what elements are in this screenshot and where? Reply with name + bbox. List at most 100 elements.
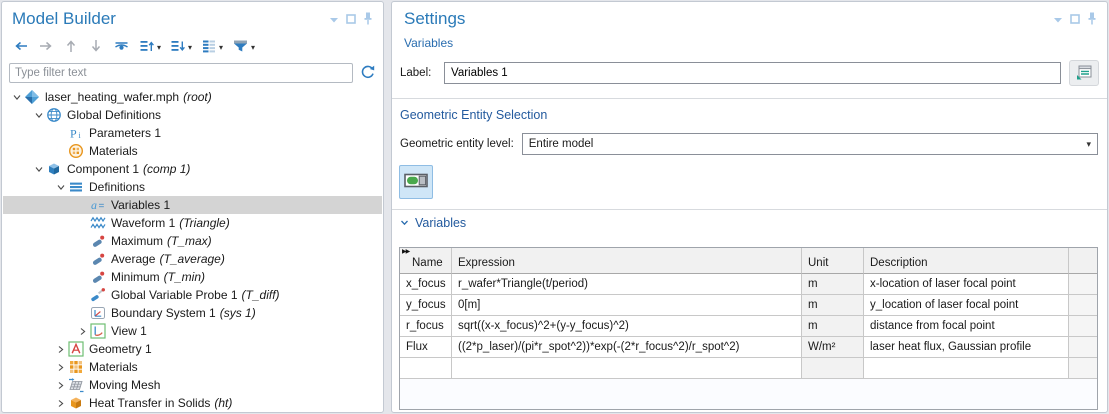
float-window-button[interactable] (1070, 13, 1080, 27)
cell-expression[interactable] (452, 358, 802, 379)
tree-item-waveform-1[interactable]: Waveform 1(Triangle) (3, 214, 382, 232)
cell-name[interactable]: Flux (400, 337, 452, 358)
tree-item-boundary-system-1[interactable]: Boundary System 1(sys 1) (3, 304, 382, 322)
move-up-arrow-button[interactable] (60, 37, 82, 57)
chevron-collapsed-icon[interactable] (76, 327, 90, 336)
cell-description[interactable]: distance from focal point (864, 316, 1069, 337)
tree-item-label: Component 1 (67, 162, 139, 176)
chevron-collapsed-icon[interactable] (54, 399, 68, 408)
tree-item-minimum[interactable]: Minimum(T_min) (3, 268, 382, 286)
dropdown-caret-icon[interactable]: ▾ (251, 43, 255, 52)
tree-filter-input[interactable] (9, 63, 353, 83)
chevron-expanded-icon[interactable] (32, 165, 46, 174)
chevron-expanded-icon[interactable] (32, 111, 46, 120)
cell-description[interactable] (864, 358, 1069, 379)
collapse-all-button[interactable]: ▾ (167, 37, 195, 57)
cell-name[interactable]: r_focus (400, 316, 452, 337)
tree-item-tag: (T_diff) (242, 288, 280, 302)
parameters-icon: Pi (68, 125, 84, 141)
tree-item-moving-mesh[interactable]: Moving Mesh (3, 376, 382, 394)
cell-expression[interactable]: sqrt((x-x_focus)^2+(y-y_focus)^2) (452, 316, 802, 337)
active-toggle-icon (404, 173, 428, 191)
nonlocal-coupling-icon (90, 269, 106, 285)
component-icon (46, 161, 62, 177)
tree-item-tag: (T_max) (167, 234, 212, 248)
tree-item-view-1[interactable]: View 1 (3, 322, 382, 340)
row-selector-icon[interactable]: ▶▶ (402, 248, 409, 255)
move-down-arrow-button[interactable] (85, 37, 107, 57)
tree-item-average[interactable]: Average(T_average) (3, 250, 382, 268)
geometric-entity-level-select[interactable]: Entire model ▾ (522, 133, 1098, 155)
cell-unit[interactable] (802, 358, 864, 379)
tree-item-label: Geometry 1 (89, 342, 152, 356)
tree-item-variables-1[interactable]: a=Variables 1 (3, 196, 382, 214)
move-down-arrow-icon (88, 38, 104, 57)
label-input[interactable] (444, 62, 1061, 84)
chevron-collapsed-icon[interactable] (54, 363, 68, 372)
tree-item-laser-heating-wafer-mph[interactable]: laser_heating_wafer.mph(root) (3, 88, 382, 106)
geometric-entity-level-value: Entire model (529, 138, 1087, 150)
chevron-down-icon (400, 216, 409, 230)
chevron-collapsed-icon[interactable] (54, 345, 68, 354)
back-arrow-icon (13, 38, 29, 57)
cell-unit[interactable]: m (802, 295, 864, 316)
cell-name[interactable]: y_focus (400, 295, 452, 316)
tree-item-heat-transfer-in-solids[interactable]: Heat Transfer in Solids(ht) (3, 394, 382, 411)
show-button[interactable] (110, 37, 133, 57)
tree-item-global-variable-probe-1[interactable]: Global Variable Probe 1(T_diff) (3, 286, 382, 304)
pin-button[interactable] (363, 12, 373, 28)
cell-unit[interactable]: W/m² (802, 337, 864, 358)
tree-item-materials[interactable]: Materials (3, 142, 382, 160)
cell-description[interactable]: x-location of laser focal point (864, 274, 1069, 295)
model-builder-title: Model Builder (12, 8, 329, 30)
filter-funnel-button[interactable]: ▾ (229, 37, 258, 57)
dropdown-caret-icon[interactable]: ▾ (188, 43, 192, 52)
tree-item-parameters-1[interactable]: PiParameters 1 (3, 124, 382, 142)
cell-name[interactable] (400, 358, 452, 379)
forward-arrow-button[interactable] (35, 37, 57, 57)
variables-table: ▶▶ Name Expression Unit Description x_fo… (399, 247, 1098, 410)
pin-button[interactable] (1087, 12, 1097, 28)
settings-window-controls (1053, 8, 1097, 28)
svg-text:i: i (79, 131, 82, 140)
model-builder-window-controls (329, 8, 373, 28)
tree-item-label: View 1 (111, 324, 147, 338)
tree-item-maximum[interactable]: Maximum (T_max) (3, 232, 382, 250)
tree-item-label: Global Definitions (67, 108, 161, 122)
cell-expression[interactable]: 0[m] (452, 295, 802, 316)
refresh-button[interactable] (359, 63, 376, 83)
expand-all-button[interactable]: ▾ (136, 37, 164, 57)
panel-menu-button[interactable] (1053, 13, 1063, 27)
dropdown-caret-icon[interactable]: ▾ (219, 43, 223, 52)
cell-expression[interactable]: r_wafer*Triangle(t/period) (452, 274, 802, 295)
panel-menu-button[interactable] (329, 13, 339, 27)
panel-menu-icon (329, 16, 339, 24)
chevron-collapsed-icon[interactable] (54, 381, 68, 390)
active-selection-toggle-button[interactable] (399, 165, 433, 199)
rename-button[interactable] (1069, 60, 1099, 86)
cell-description[interactable]: laser heat flux, Gaussian profile (864, 337, 1069, 358)
tree-item-global-definitions[interactable]: Global Definitions (3, 106, 382, 124)
cell-expression[interactable]: ((2*p_laser)/(pi*r_spot^2))*exp(-(2*r_fo… (452, 337, 802, 358)
section-variables-header[interactable]: Variables (400, 216, 466, 230)
model-tree-node-icon (201, 38, 217, 57)
chevron-expanded-icon[interactable] (10, 93, 24, 102)
cell-unit[interactable]: m (802, 316, 864, 337)
tree-item-label: Maximum (111, 234, 163, 248)
tree-item-tag: (T_min) (164, 270, 205, 284)
float-window-button[interactable] (346, 13, 356, 27)
cell-name[interactable]: x_focus (400, 274, 452, 295)
tree-item-component-1[interactable]: Component 1(comp 1) (3, 160, 382, 178)
tree-item-geometry-1[interactable]: Geometry 1 (3, 340, 382, 358)
cell-unit[interactable]: m (802, 274, 864, 295)
svg-text:a: a (91, 198, 97, 212)
cell-description[interactable]: y_location of laser focal point (864, 295, 1069, 316)
back-arrow-button[interactable] (10, 37, 32, 57)
chevron-expanded-icon[interactable] (54, 183, 68, 192)
dropdown-caret-icon[interactable]: ▾ (157, 43, 161, 52)
forward-arrow-icon (38, 38, 54, 57)
tree-item-definitions[interactable]: Definitions (3, 178, 382, 196)
model-tree-node-button[interactable]: ▾ (198, 37, 226, 57)
tree-item-materials[interactable]: Materials (3, 358, 382, 376)
tree-item-label: Waveform 1 (111, 216, 175, 230)
